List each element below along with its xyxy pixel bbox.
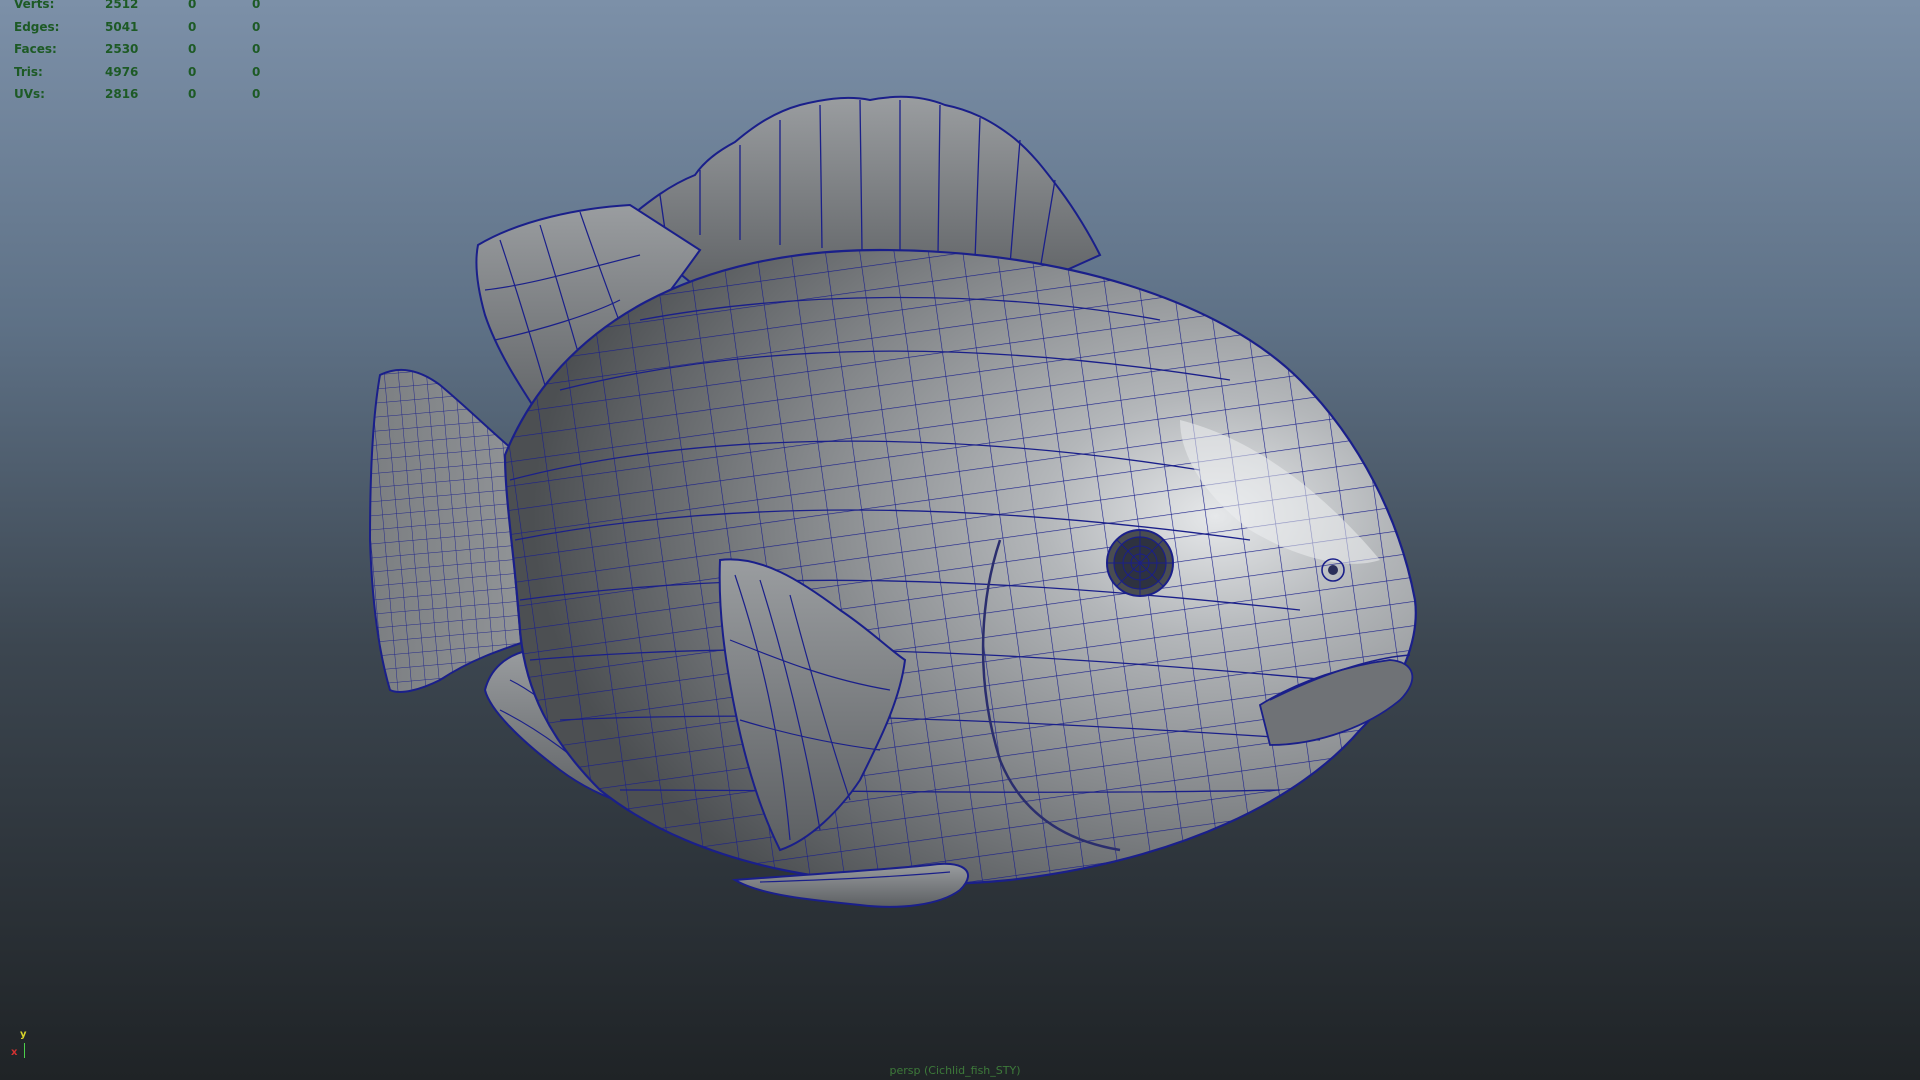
axis-gizmo: y x xyxy=(8,1025,38,1065)
axis-x-label: x xyxy=(11,1047,18,1058)
axis-y-label: y xyxy=(20,1029,27,1040)
camera-name-label: persp (Cichlid_fish_STY) xyxy=(889,1064,1021,1077)
fish-body xyxy=(503,248,1417,886)
fish-mesh-model[interactable] xyxy=(0,0,1920,1080)
viewport-3d[interactable]: Verts: 2512 0 0 Edges: 5041 0 0 Faces: 2… xyxy=(0,0,1920,1080)
fish-eye xyxy=(1106,529,1174,597)
axis-y-line xyxy=(24,1043,25,1058)
